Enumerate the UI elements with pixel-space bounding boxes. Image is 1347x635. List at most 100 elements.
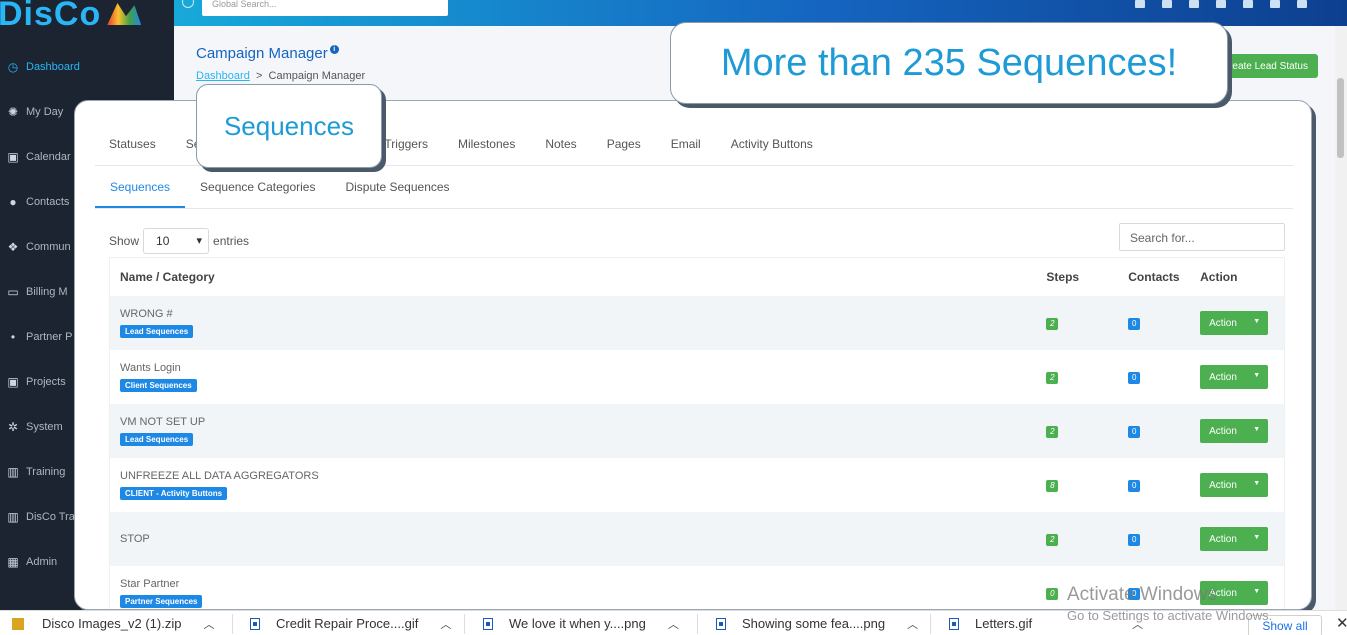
bell-icon[interactable] [1243,0,1253,8]
download-filename: Disco Images_v2 (1).zip [42,616,182,631]
row-name[interactable]: UNFREEZE ALL DATA AGGREGATORS [120,470,1038,482]
sidebar-item-label: My Day [26,105,64,118]
table-row[interactable]: VM NOT SET UP Lead Sequences 2 0 Action ▼ [110,404,1284,458]
row-steps-cell: 2 [1038,425,1120,438]
chevron-up-icon[interactable]: ︿ [203,616,214,632]
card-icon: ▭ [7,284,19,299]
row-name-cell: Star Partner Partner Sequences [110,578,1038,608]
breadcrumb-home[interactable]: Dashboard [196,70,250,82]
tab-triggers[interactable]: Triggers [384,137,428,151]
send-icon[interactable] [1216,0,1226,8]
download-item[interactable]: We love it when y....png ︿ [483,611,679,635]
action-dropdown-button[interactable]: Action ▼ [1200,311,1269,335]
action-dropdown-button[interactable]: Action ▼ [1200,473,1269,497]
table-search-input[interactable]: Search for... [1119,223,1285,251]
header-steps[interactable]: Steps [1038,270,1120,284]
menu-toggle-icon[interactable] [182,0,194,8]
row-name[interactable]: Wants Login [120,362,1038,374]
calendar-icon[interactable] [1270,0,1280,8]
action-dropdown-button[interactable]: Action ▼ [1200,527,1269,551]
row-name[interactable]: STOP [120,533,1038,545]
contacts-badge: 0 [1128,371,1141,384]
tab-pages[interactable]: Pages [607,137,641,151]
table-row[interactable]: WRONG # Lead Sequences 2 0 Action ▼ [110,296,1284,350]
sidebar-item-label: Projects [26,375,66,388]
chevron-up-icon[interactable]: ︿ [907,616,918,632]
file-icon [716,617,726,630]
partner-icon: • [10,329,16,344]
download-divider [464,614,465,634]
entries-control: Show 10 entries [109,228,249,254]
download-divider [697,614,698,634]
header-action: Action [1200,270,1238,284]
page-scrollbar[interactable] [1335,26,1347,610]
tab-email[interactable]: Email [671,137,701,151]
row-name[interactable]: WRONG # [120,308,1038,320]
sidebar-item-label: Contacts [26,195,70,208]
user-icon: ● [9,194,17,209]
activate-windows-subtitle: Go to Settings to activate Windows. [1067,608,1273,623]
mail-icon[interactable] [1162,0,1172,8]
sidebar-item-label: Admin [26,555,58,568]
subtab-sequence-categories[interactable]: Sequence Categories [185,165,330,208]
contacts-badge: 0 [1128,317,1141,330]
book-icon: ▥ [7,509,19,524]
download-divider [232,614,233,634]
file-icon [949,617,959,630]
chevron-up-icon[interactable]: ︿ [440,616,451,632]
action-label: Action [1209,317,1237,329]
chevron-up-icon[interactable]: ︿ [668,616,679,632]
table-body: WRONG # Lead Sequences 2 0 Action ▼ Wants… [110,296,1284,609]
info-icon[interactable]: i [329,45,339,54]
row-action-cell: Action ▼ [1196,365,1284,389]
chat-icon: ❖ [7,239,19,254]
table-row[interactable]: Wants Login Client Sequences 2 0 Action ▼ [110,350,1284,404]
action-label: Action [1209,425,1237,437]
close-icon[interactable]: ✕ [1336,614,1347,632]
header-name-category[interactable]: Name / Category [110,270,1038,284]
caret-down-icon: ▼ [1253,372,1261,379]
table-row[interactable]: UNFREEZE ALL DATA AGGREGATORS CLIENT - A… [110,458,1284,512]
subtab-dispute-sequences[interactable]: Dispute Sequences [330,165,464,208]
row-action-cell: Action ▼ [1196,527,1284,551]
gear-icon: ✲ [7,419,19,434]
row-steps-cell: 2 [1038,317,1120,330]
printer-icon[interactable] [1189,0,1199,8]
table-row[interactable]: STOP 2 0 Action ▼ [110,512,1284,566]
global-search-input[interactable]: Global Search... [202,0,448,16]
create-lead-status-button[interactable]: Create Lead Status [1222,54,1318,78]
table-header: Name / Category Steps Contacts Action [110,258,1284,296]
sidebar-item-label: Commun [26,240,71,253]
entries-label: entries [213,234,250,248]
row-name[interactable]: VM NOT SET UP [120,416,1038,428]
logo[interactable]: DisCo [0,0,174,44]
show-label: Show [109,234,140,248]
sidebar-item-dashboard[interactable]: ◷ Dashboard [0,44,174,89]
sub-tabs: Sequences Sequence Categories Dispute Se… [95,165,465,208]
action-dropdown-button[interactable]: Action ▼ [1200,365,1269,389]
tab-milestones[interactable]: Milestones [458,137,515,151]
entries-select[interactable]: 10 [143,228,210,254]
page-title: Campaign Manager i [196,45,339,62]
action-dropdown-button[interactable]: Action ▼ [1200,419,1269,443]
sidebar-item-label: Calendar [26,150,71,163]
download-item[interactable]: Showing some fea....png ︿ [716,611,918,635]
subtab-sequences[interactable]: Sequences [95,165,186,208]
row-name[interactable]: Star Partner [120,578,1038,590]
download-divider [930,614,931,634]
header-contacts[interactable]: Contacts [1120,270,1196,284]
tab-notes[interactable]: Notes [545,137,576,151]
row-action-cell: Action ▼ [1196,473,1284,497]
caret-down-icon: ▼ [1253,588,1261,595]
wrench-icon[interactable] [1297,0,1307,8]
download-item[interactable]: Credit Repair Proce....gif ︿ [250,611,451,635]
download-filename: Letters.gif [975,616,1033,631]
steps-badge: 2 [1046,371,1059,384]
scrollbar-thumb[interactable] [1337,78,1344,158]
download-item[interactable]: Disco Images_v2 (1).zip ︿ [12,611,214,635]
tab-activity-buttons[interactable]: Activity Buttons [731,137,813,151]
grid-icon: ▦ [7,554,19,569]
tab-statuses[interactable]: Statuses [109,137,156,151]
steps-badge: 2 [1046,425,1059,438]
grid-icon[interactable] [1135,0,1145,8]
